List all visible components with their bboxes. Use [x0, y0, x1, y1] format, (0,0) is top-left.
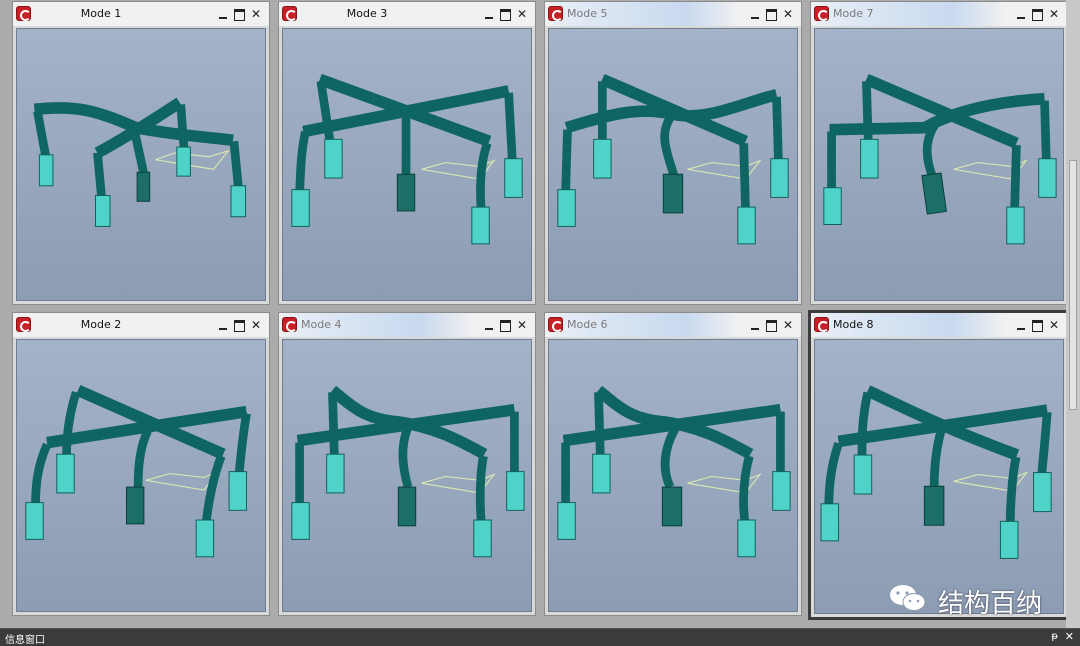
model-viewport[interactable] [548, 28, 798, 301]
minimize-button[interactable] [217, 319, 229, 331]
close-button[interactable]: ✕ [1048, 319, 1060, 331]
vertical-scrollbar[interactable] [1066, 0, 1080, 628]
window-title: Mode 6 [567, 318, 608, 331]
model-viewport[interactable] [282, 28, 532, 301]
info-panel-bar[interactable]: 信息窗口 ᵽ ✕ [0, 628, 1080, 646]
window-mode-8[interactable]: Mode 8 ✕ [808, 310, 1070, 620]
window-titlebar[interactable]: Mode 4 ✕ [279, 313, 535, 337]
model-viewport[interactable] [16, 339, 266, 612]
close-button[interactable]: ✕ [1048, 8, 1060, 20]
mdi-workspace: Mode 1 ✕ Mode 3 ✕ Mode 5 ✕ Mode 7 ✕ Mode… [0, 0, 1080, 628]
app-icon [548, 317, 563, 332]
structure-model-mode-5 [557, 73, 789, 245]
app-icon [814, 317, 829, 332]
minimize-button[interactable] [217, 8, 229, 20]
model-viewport[interactable] [282, 339, 532, 612]
maximize-button[interactable] [499, 8, 511, 21]
maximize-button[interactable] [499, 319, 511, 332]
minimize-button[interactable] [749, 319, 761, 331]
window-title: Mode 4 [301, 318, 342, 331]
close-button[interactable]: ✕ [516, 319, 528, 331]
window-mode-5[interactable]: Mode 5 ✕ [544, 1, 802, 305]
maximize-button[interactable] [765, 319, 777, 332]
structure-model-mode-4 [291, 385, 525, 558]
minimize-button[interactable] [483, 319, 495, 331]
window-title: Mode 8 [833, 318, 874, 331]
maximize-button[interactable] [233, 319, 245, 332]
window-titlebar[interactable]: Mode 2 ✕ [13, 313, 269, 337]
minimize-button[interactable] [483, 8, 495, 20]
window-titlebar[interactable]: Mode 3 ✕ [279, 2, 535, 26]
window-title: Mode 7 [833, 7, 874, 20]
minimize-button[interactable] [1015, 8, 1027, 20]
window-mode-3[interactable]: Mode 3 ✕ [278, 1, 536, 305]
watermark-text: 结构百纳 [938, 589, 1043, 619]
window-mode-4[interactable]: Mode 4 ✕ [278, 312, 536, 616]
maximize-button[interactable] [1031, 8, 1043, 21]
maximize-button[interactable] [1031, 319, 1043, 332]
window-mode-2[interactable]: Mode 2 ✕ [12, 312, 270, 616]
structure-model-mode-8 [820, 385, 1052, 559]
model-viewport[interactable] [16, 28, 266, 301]
window-titlebar[interactable]: Mode 5 ✕ [545, 2, 801, 26]
structure-model-mode-6 [557, 385, 791, 558]
close-button[interactable]: ✕ [250, 8, 262, 20]
window-mode-1[interactable]: Mode 1 ✕ [12, 1, 270, 305]
info-panel-title: 信息窗口 [5, 635, 45, 646]
window-titlebar[interactable]: Mode 1 ✕ [13, 2, 269, 26]
window-title: Mode 2 [80, 318, 122, 331]
close-button[interactable]: ✕ [782, 8, 794, 20]
window-titlebar[interactable]: Mode 8 ✕ [811, 313, 1067, 337]
model-viewport[interactable] [814, 28, 1064, 301]
wechat-icon [890, 585, 926, 611]
scrollbar-thumb[interactable] [1069, 160, 1077, 410]
close-icon[interactable]: ✕ [1065, 630, 1074, 643]
window-titlebar[interactable]: Mode 6 ✕ [545, 313, 801, 337]
window-mode-7[interactable]: Mode 7 ✕ [810, 1, 1068, 305]
watermark: 结构百纳 [888, 577, 1058, 619]
structure-model-mode-3 [291, 73, 523, 245]
window-title: Mode 5 [567, 7, 608, 20]
app-icon [548, 6, 563, 21]
structure-model-mode-2 [25, 385, 251, 558]
structure-model-mode-7 [823, 73, 1057, 245]
close-button[interactable]: ✕ [516, 8, 528, 20]
maximize-button[interactable] [765, 8, 777, 21]
close-button[interactable]: ✕ [782, 319, 794, 331]
minimize-button[interactable] [749, 8, 761, 20]
maximize-button[interactable] [233, 8, 245, 21]
app-icon [814, 6, 829, 21]
close-button[interactable]: ✕ [250, 319, 262, 331]
pin-icon[interactable]: ᵽ [1051, 631, 1058, 642]
minimize-button[interactable] [1015, 319, 1027, 331]
window-titlebar[interactable]: Mode 7 ✕ [811, 2, 1067, 26]
model-viewport[interactable] [548, 339, 798, 612]
window-mode-6[interactable]: Mode 6 ✕ [544, 312, 802, 616]
app-icon [282, 317, 297, 332]
window-title: Mode 3 [346, 7, 388, 20]
model-viewport[interactable] [814, 339, 1064, 614]
window-title: Mode 1 [80, 7, 122, 20]
structure-model-mode-1 [33, 97, 247, 227]
